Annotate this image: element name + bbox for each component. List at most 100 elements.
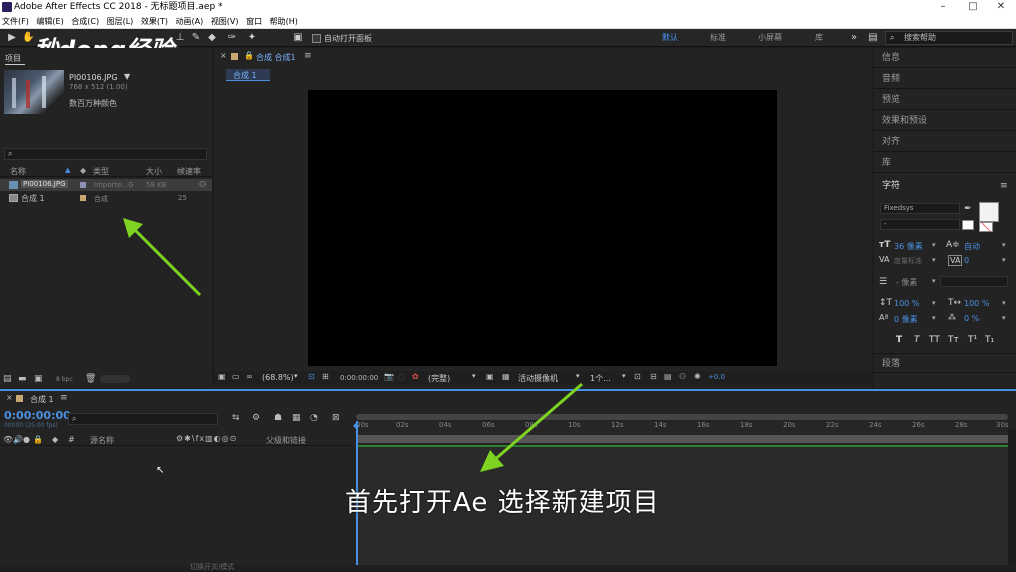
baseline-shift-value[interactable]: 0 像素: [894, 314, 918, 325]
baseline-shift-chevron-icon[interactable]: ▾: [932, 314, 936, 322]
toggle-pixel-icon[interactable]: ⊡: [634, 372, 641, 381]
search-help-input[interactable]: ⌕ 搜索帮助: [885, 31, 1013, 45]
work-area-bar[interactable]: [356, 435, 1008, 443]
tsume-chevron-icon[interactable]: ▾: [1002, 314, 1006, 322]
project-row-footage[interactable]: PI00106.JPG Importe...G 58 KB ⚇: [0, 179, 212, 191]
all-caps-button[interactable]: TT: [929, 335, 940, 345]
faux-italic-button[interactable]: T: [914, 335, 920, 345]
timeline-zoom-bar[interactable]: [356, 414, 1008, 420]
current-time[interactable]: 0:00:00:00: [340, 374, 378, 382]
project-tab[interactable]: 项目: [5, 53, 21, 64]
timeline-timecode[interactable]: 0:00:00:00: [4, 409, 71, 422]
views-dropdown[interactable]: 1个...: [590, 373, 611, 384]
monitor-icon[interactable]: ▭: [232, 372, 240, 381]
flowchart-icon[interactable]: ⚇: [199, 180, 206, 189]
col-source-name[interactable]: 源名称: [90, 435, 114, 446]
solo-icon[interactable]: ●: [23, 435, 30, 444]
exposure-reset-icon[interactable]: ✺: [694, 372, 701, 381]
horizontal-scale-chevron-icon[interactable]: ▾: [1002, 299, 1006, 307]
stroke-width-value[interactable]: - 像素: [896, 277, 917, 288]
vertical-scale-value[interactable]: 100 %: [894, 299, 919, 308]
font-style-dropdown[interactable]: -: [880, 219, 960, 230]
color-channel-icon[interactable]: ✿: [412, 372, 419, 381]
horizontal-scale-value[interactable]: 100 %: [964, 299, 989, 308]
audio-icon[interactable]: 🔊: [13, 435, 23, 444]
timeline-scrollbar[interactable]: [1008, 429, 1016, 567]
col-size[interactable]: 大小: [146, 166, 162, 177]
panel-menu-icon[interactable]: ≡: [1000, 181, 1008, 191]
workspace-standard[interactable]: 标准: [710, 32, 726, 43]
brush-tool-icon[interactable]: ✎: [190, 32, 202, 44]
thumb-dropdown-icon[interactable]: ▼: [124, 72, 130, 81]
stroke-width-chevron-icon[interactable]: ▾: [932, 277, 936, 285]
timeline-tab[interactable]: 合成 1: [30, 394, 54, 405]
font-family-dropdown[interactable]: Fixedsys: [880, 203, 960, 214]
show-snapshot-icon[interactable]: ◌: [398, 372, 405, 381]
roto-tool-icon[interactable]: ✑: [226, 32, 238, 44]
leading-value[interactable]: 自动: [964, 241, 980, 252]
col-name[interactable]: 名称: [10, 166, 26, 177]
maximize-button[interactable]: □: [958, 0, 988, 14]
new-composition-icon[interactable]: ▣: [34, 374, 43, 384]
layer-search-input[interactable]: ⌕: [68, 413, 218, 425]
eraser-tool-icon[interactable]: ◆: [206, 32, 218, 44]
viewer-tab[interactable]: 合成 合成1: [256, 52, 296, 63]
bit-depth[interactable]: 8 bpc: [56, 376, 73, 383]
graph-editor-icon[interactable]: ⊠: [332, 413, 340, 423]
menu-help[interactable]: 帮助(H): [270, 17, 298, 26]
time-ruler[interactable]: 00s 02s 04s 06s 08s 10s 12s 14s 16s 18s …: [356, 421, 1009, 435]
project-row-comp[interactable]: 合成 1 合成 25: [0, 192, 212, 204]
switches-icons[interactable]: ⚙✱\fx▥◐◎⊙: [176, 434, 237, 443]
col-fps[interactable]: 帧速率: [177, 166, 201, 177]
resolution-icon[interactable]: ⊡: [308, 372, 315, 381]
no-stroke-swatch[interactable]: [979, 222, 993, 232]
tracking-chevron-icon[interactable]: ▾: [1002, 256, 1006, 264]
stamp-tool-icon[interactable]: ⊥: [174, 32, 186, 44]
hide-shy-icon[interactable]: ☗: [274, 413, 282, 423]
col-parent-link[interactable]: 父级和链接: [266, 435, 306, 446]
workspace-small-screen[interactable]: 小屏幕: [758, 32, 782, 43]
menu-composition[interactable]: 合成(C): [71, 17, 99, 26]
panel-menu-icon[interactable]: ≡: [304, 51, 312, 61]
frame-blending-icon[interactable]: ▦: [292, 413, 301, 423]
comp-tab[interactable]: 合成 1: [226, 69, 270, 81]
search-help-toggle-icon[interactable]: ▤: [867, 32, 879, 44]
eyedropper-icon[interactable]: ✒: [964, 204, 972, 214]
lock-icon[interactable]: 🔒: [244, 51, 254, 60]
menu-effect[interactable]: 效果(T): [141, 17, 168, 26]
workspace-libraries[interactable]: 库: [815, 32, 823, 43]
motion-blur-icon[interactable]: ◔: [310, 413, 318, 423]
panel-character-title[interactable]: 字符: [874, 176, 1016, 196]
selection-tool-icon[interactable]: ▶: [6, 32, 18, 44]
vertical-scale-chevron-icon[interactable]: ▾: [932, 299, 936, 307]
toggle-switches-modes[interactable]: 切换开关/模式: [190, 562, 234, 572]
menu-animation[interactable]: 动画(A): [176, 17, 204, 26]
draft-3d-icon[interactable]: ⚙: [252, 413, 260, 423]
preview-icon[interactable]: ▣: [218, 372, 226, 381]
panel-align[interactable]: 对齐: [874, 132, 1016, 152]
workspace-default[interactable]: 默认: [662, 32, 678, 43]
playhead-handle-icon[interactable]: ◆: [353, 421, 359, 430]
fill-color-swatch[interactable]: [979, 202, 999, 222]
trash-icon[interactable]: 🗑: [85, 374, 96, 384]
snapshot-icon[interactable]: 📷: [384, 372, 394, 381]
panel-effects-presets[interactable]: 效果和预设: [874, 111, 1016, 131]
close-tab-icon[interactable]: ×: [220, 51, 227, 60]
puppet-tool-icon[interactable]: ✦: [246, 32, 258, 44]
video-eye-icon[interactable]: 👁: [3, 435, 13, 444]
grid-icon[interactable]: ⊞: [322, 372, 329, 381]
subscript-button[interactable]: T₁: [985, 335, 994, 345]
project-search-input[interactable]: ⌕: [4, 148, 207, 160]
menu-file[interactable]: 文件(F): [2, 17, 29, 26]
font-size-value[interactable]: 36 像素: [894, 241, 923, 252]
menu-layer[interactable]: 图层(L): [107, 17, 134, 26]
menu-view[interactable]: 视图(V): [211, 17, 239, 26]
leading-chevron-icon[interactable]: ▾: [1002, 241, 1006, 249]
close-tab-icon[interactable]: ×: [6, 393, 13, 402]
kerning-chevron-icon[interactable]: ▾: [932, 256, 936, 264]
sort-ascending-icon[interactable]: ▲: [65, 166, 70, 174]
timeline-icon[interactable]: ▤: [664, 372, 672, 381]
faux-bold-button[interactable]: T: [896, 335, 902, 345]
small-caps-button[interactable]: Tт: [948, 335, 959, 345]
lock-icon[interactable]: 🔒: [33, 435, 43, 444]
